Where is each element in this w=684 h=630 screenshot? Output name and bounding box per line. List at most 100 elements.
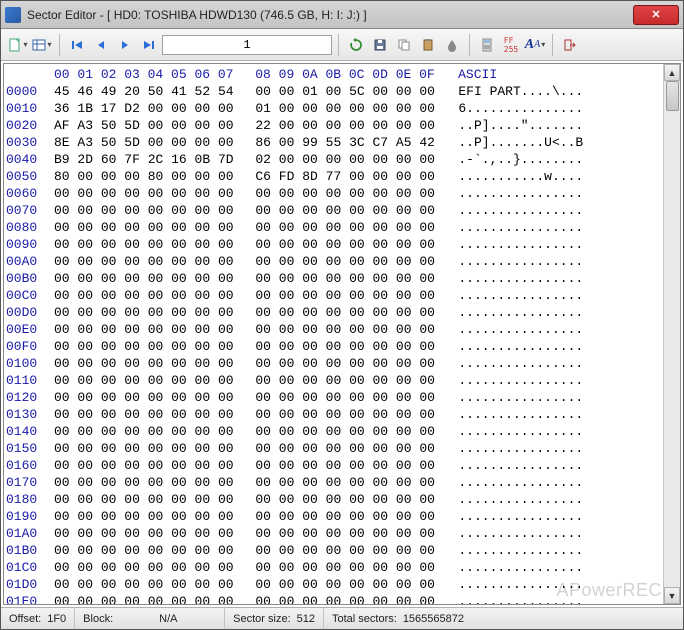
hex-byte[interactable]: 00	[279, 100, 295, 117]
hex-byte[interactable]: 00	[279, 576, 295, 593]
char-table-button[interactable]: FF255	[500, 34, 522, 56]
hex-byte[interactable]: 00	[372, 508, 388, 525]
titlebar[interactable]: Sector Editor - [ HD0: TOSHIBA HDWD130 (…	[1, 1, 683, 29]
hex-byte[interactable]: 00	[148, 270, 164, 287]
hex-byte[interactable]: 00	[302, 576, 318, 593]
hex-byte[interactable]: 00	[77, 542, 93, 559]
hex-byte[interactable]: 00	[101, 457, 117, 474]
hex-byte[interactable]: 00	[279, 338, 295, 355]
hex-byte[interactable]: 00	[218, 508, 234, 525]
hex-byte[interactable]: 00	[396, 270, 412, 287]
hex-byte[interactable]: 00	[419, 83, 435, 100]
hex-byte[interactable]: 00	[77, 253, 93, 270]
save-button[interactable]	[369, 34, 391, 56]
hex-byte[interactable]: 00	[372, 457, 388, 474]
hex-byte[interactable]: 00	[218, 372, 234, 389]
hex-byte[interactable]: 77	[326, 168, 342, 185]
hex-byte[interactable]: 00	[372, 355, 388, 372]
hex-byte[interactable]: 00	[54, 304, 70, 321]
ascii-cell[interactable]: ..P]....".......	[458, 117, 583, 134]
hex-byte[interactable]: 00	[54, 423, 70, 440]
hex-byte[interactable]: 00	[419, 372, 435, 389]
hex-row[interactable]: 0090 00 00 00 00 00 00 00 00 00 00 00 00…	[6, 236, 663, 253]
hex-byte[interactable]: 00	[54, 202, 70, 219]
hex-byte[interactable]: 00	[218, 219, 234, 236]
hex-byte[interactable]: 00	[101, 236, 117, 253]
hex-byte[interactable]: 00	[101, 576, 117, 593]
hex-byte[interactable]: 00	[326, 185, 342, 202]
hex-byte[interactable]: 00	[349, 253, 365, 270]
hex-byte[interactable]: 00	[101, 491, 117, 508]
hex-byte[interactable]: 00	[326, 236, 342, 253]
hex-byte[interactable]: 00	[171, 474, 187, 491]
hex-byte[interactable]: 00	[171, 491, 187, 508]
hex-byte[interactable]: 00	[255, 593, 271, 604]
hex-byte[interactable]: 00	[218, 338, 234, 355]
hex-byte[interactable]: 00	[171, 253, 187, 270]
hex-byte[interactable]: 00	[326, 219, 342, 236]
hex-byte[interactable]: 00	[326, 491, 342, 508]
hex-byte[interactable]: 00	[124, 304, 140, 321]
hex-byte[interactable]: 00	[101, 423, 117, 440]
hex-byte[interactable]: 00	[326, 508, 342, 525]
hex-byte[interactable]: 00	[195, 559, 211, 576]
hex-byte[interactable]: 00	[171, 372, 187, 389]
hex-row[interactable]: 0100 00 00 00 00 00 00 00 00 00 00 00 00…	[6, 355, 663, 372]
hex-byte[interactable]: 00	[218, 593, 234, 604]
hex-byte[interactable]: 00	[195, 440, 211, 457]
hex-byte[interactable]: 00	[195, 457, 211, 474]
ascii-cell[interactable]: EFI PART....\...	[458, 83, 583, 100]
hex-byte[interactable]: 00	[148, 236, 164, 253]
hex-byte[interactable]: 00	[124, 576, 140, 593]
hex-byte[interactable]: 00	[279, 372, 295, 389]
view-button[interactable]: ▾	[31, 34, 53, 56]
hex-byte[interactable]: 00	[54, 219, 70, 236]
hex-byte[interactable]: 00	[54, 474, 70, 491]
hex-byte[interactable]: 00	[396, 168, 412, 185]
hex-byte[interactable]: 00	[372, 474, 388, 491]
hex-byte[interactable]: 2D	[77, 151, 93, 168]
hex-byte[interactable]: 00	[372, 253, 388, 270]
hex-byte[interactable]: 00	[195, 576, 211, 593]
hex-byte[interactable]: 00	[326, 304, 342, 321]
hex-byte[interactable]: 00	[279, 117, 295, 134]
hex-byte[interactable]: 00	[396, 389, 412, 406]
hex-byte[interactable]: 00	[148, 117, 164, 134]
hex-byte[interactable]: 00	[255, 219, 271, 236]
hex-row[interactable]: 0000 45 46 49 20 50 41 52 54 00 00 01 00…	[6, 83, 663, 100]
hex-byte[interactable]: 00	[195, 134, 211, 151]
hex-byte[interactable]: 1B	[77, 100, 93, 117]
hex-byte[interactable]: 00	[349, 423, 365, 440]
ascii-cell[interactable]: ................	[458, 440, 583, 457]
hex-byte[interactable]: 00	[326, 270, 342, 287]
hex-byte[interactable]: 00	[54, 457, 70, 474]
hex-byte[interactable]: 00	[124, 355, 140, 372]
hex-row[interactable]: 00B0 00 00 00 00 00 00 00 00 00 00 00 00…	[6, 270, 663, 287]
hex-byte[interactable]: 52	[195, 83, 211, 100]
hex-byte[interactable]: 00	[101, 593, 117, 604]
hex-byte[interactable]: 00	[326, 117, 342, 134]
hex-byte[interactable]: 00	[396, 219, 412, 236]
hex-byte[interactable]: 00	[279, 440, 295, 457]
hex-byte[interactable]: 00	[326, 355, 342, 372]
hex-byte[interactable]: 00	[419, 406, 435, 423]
ascii-cell[interactable]: ................	[458, 406, 583, 423]
hex-byte[interactable]: 00	[171, 304, 187, 321]
hex-byte[interactable]: 00	[349, 202, 365, 219]
hex-byte[interactable]: 00	[218, 168, 234, 185]
hex-byte[interactable]: D2	[124, 100, 140, 117]
hex-row[interactable]: 0050 80 00 00 00 80 00 00 00 C6 FD 8D 77…	[6, 168, 663, 185]
hex-byte[interactable]: 00	[255, 338, 271, 355]
hex-byte[interactable]: 00	[255, 185, 271, 202]
hex-byte[interactable]: 80	[148, 168, 164, 185]
hex-byte[interactable]: 00	[396, 236, 412, 253]
hex-byte[interactable]: 00	[372, 338, 388, 355]
hex-byte[interactable]: 00	[148, 185, 164, 202]
hex-row[interactable]: 00E0 00 00 00 00 00 00 00 00 00 00 00 00…	[6, 321, 663, 338]
hex-byte[interactable]: 00	[302, 100, 318, 117]
ascii-cell[interactable]: ................	[458, 491, 583, 508]
hex-row[interactable]: 0020 AF A3 50 5D 00 00 00 00 22 00 00 00…	[6, 117, 663, 134]
hex-byte[interactable]: 00	[326, 423, 342, 440]
hex-byte[interactable]: 00	[255, 406, 271, 423]
hex-byte[interactable]: 00	[171, 185, 187, 202]
